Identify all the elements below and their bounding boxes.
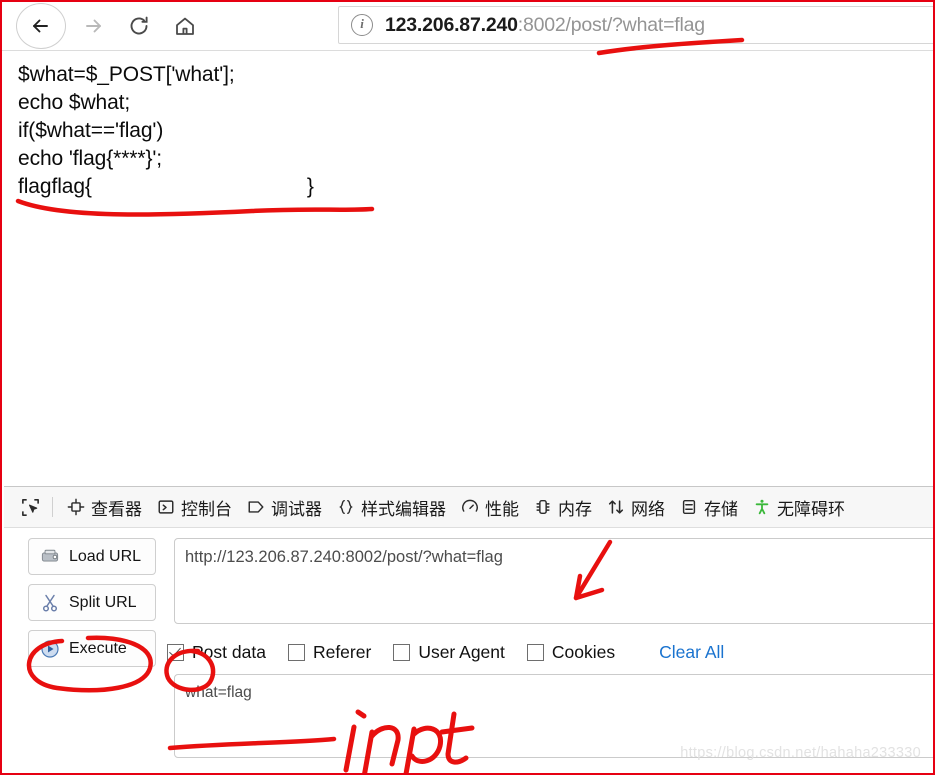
load-url-button[interactable]: Load URL: [28, 538, 156, 575]
option-user-agent[interactable]: User Agent: [393, 642, 505, 663]
button-label: Load URL: [69, 547, 142, 565]
button-label: Execute: [69, 639, 127, 657]
tab-label: 查看器: [91, 499, 142, 519]
page-content: $what=$_POST['what']; echo $what; if($wh…: [4, 51, 933, 486]
tab-network[interactable]: 网络: [599, 492, 672, 522]
tab-memory[interactable]: 内存: [526, 492, 599, 522]
tab-performance[interactable]: 性能: [453, 492, 526, 522]
memory-icon: [533, 497, 553, 517]
code-line: echo 'flag{****}';: [18, 147, 163, 170]
tab-debugger[interactable]: 调试器: [239, 492, 329, 522]
flag-output-line: flagflag{}: [18, 173, 933, 201]
forward-arrow-icon: [80, 13, 106, 39]
element-picker-icon[interactable]: [14, 493, 46, 521]
referer-checkbox[interactable]: [287, 643, 305, 661]
clear-all-link[interactable]: Clear All: [659, 642, 724, 663]
page-info-icon[interactable]: i: [351, 14, 373, 36]
code-line: if($what=='flag'): [18, 119, 164, 142]
code-line: echo $what;: [18, 91, 131, 114]
console-icon: [156, 497, 176, 517]
tab-label: 性能: [485, 499, 519, 519]
navigation-buttons: [16, 3, 208, 49]
hackbar-url-input[interactable]: [174, 538, 933, 624]
url-host: 123.206.87.240: [385, 13, 518, 36]
tab-accessibility[interactable]: 无障碍环: [745, 492, 852, 522]
url-path: :8002/post/?what=flag: [517, 13, 705, 36]
tab-storage[interactable]: 存储: [672, 492, 745, 522]
flag-output-prefix: flagflag{: [18, 175, 92, 198]
back-arrow-icon: [28, 13, 54, 39]
debugger-icon: [246, 497, 266, 517]
hackbar-url-field-wrapper: [174, 538, 933, 624]
tab-label: 存储: [704, 499, 738, 519]
address-bar-text: 123.206.87.240:8002/post/?what=flag: [385, 14, 705, 37]
tab-label: 内存: [558, 499, 592, 519]
scissors-icon: [39, 593, 61, 613]
storage-icon: [679, 497, 699, 517]
tab-label: 网络: [631, 499, 665, 519]
inspector-icon: [66, 497, 86, 517]
option-referer[interactable]: Referer: [287, 641, 372, 663]
csdn-watermark: https://blog.csdn.net/hahaha233330: [680, 745, 921, 761]
flag-output-suffix: }: [306, 175, 314, 198]
forward-button[interactable]: [70, 6, 116, 46]
split-url-button[interactable]: Split URL: [28, 584, 156, 621]
tab-inspector[interactable]: 查看器: [59, 492, 149, 522]
execute-button[interactable]: Execute: [28, 630, 156, 667]
tab-console[interactable]: 控制台: [149, 492, 239, 522]
devtools-toolbar: 查看器 控制台 调试器 样式编辑器 性能 内存 网络 存储 无障碍环: [4, 487, 933, 528]
option-label: Referer: [312, 641, 372, 662]
toolbar-divider: [52, 497, 53, 517]
option-label: User Agent: [418, 641, 505, 662]
tab-label: 样式编辑器: [361, 499, 446, 519]
tab-label: 调试器: [271, 499, 322, 519]
reload-button[interactable]: [116, 6, 162, 46]
browser-toolbar: i 123.206.87.240:8002/post/?what=flag: [2, 2, 933, 51]
performance-icon: [460, 497, 480, 517]
reload-icon: [127, 14, 151, 38]
option-post-data[interactable]: Post data: [167, 642, 266, 663]
tab-label: 控制台: [181, 499, 232, 519]
tab-label: 无障碍环: [777, 499, 845, 519]
code-line: $what=$_POST['what'];: [18, 63, 235, 86]
button-label: Split URL: [69, 593, 137, 611]
post-data-checkbox[interactable]: [167, 643, 184, 661]
style-editor-icon: [336, 497, 356, 517]
address-bar[interactable]: i 123.206.87.240:8002/post/?what=flag: [338, 6, 933, 44]
play-icon: [39, 639, 61, 659]
home-icon: [173, 14, 197, 38]
back-button[interactable]: [16, 3, 66, 49]
home-button[interactable]: [162, 6, 208, 46]
tab-style-editor[interactable]: 样式编辑器: [329, 492, 453, 522]
option-cookies[interactable]: Cookies: [526, 641, 616, 663]
option-label: Cookies: [551, 641, 616, 662]
devtools-panel: 查看器 控制台 调试器 样式编辑器 性能 内存 网络 存储 无障碍环 Load …: [4, 486, 933, 773]
hackbar-panel: Load URL Split URL Execute http://123.20…: [4, 528, 933, 773]
load-url-icon: [39, 547, 61, 567]
cookies-checkbox[interactable]: [526, 643, 544, 661]
option-label: Post data: [192, 641, 266, 662]
screenshot-root: i 123.206.87.240:8002/post/?what=flag $w…: [0, 0, 935, 775]
accessibility-icon: [752, 497, 772, 517]
network-icon: [606, 497, 626, 517]
hackbar-button-column: Load URL Split URL Execute: [28, 538, 156, 676]
hackbar-options-row: Post data Referer User Agent Cookies Cle…: [167, 638, 724, 666]
user-agent-checkbox[interactable]: [393, 643, 411, 661]
